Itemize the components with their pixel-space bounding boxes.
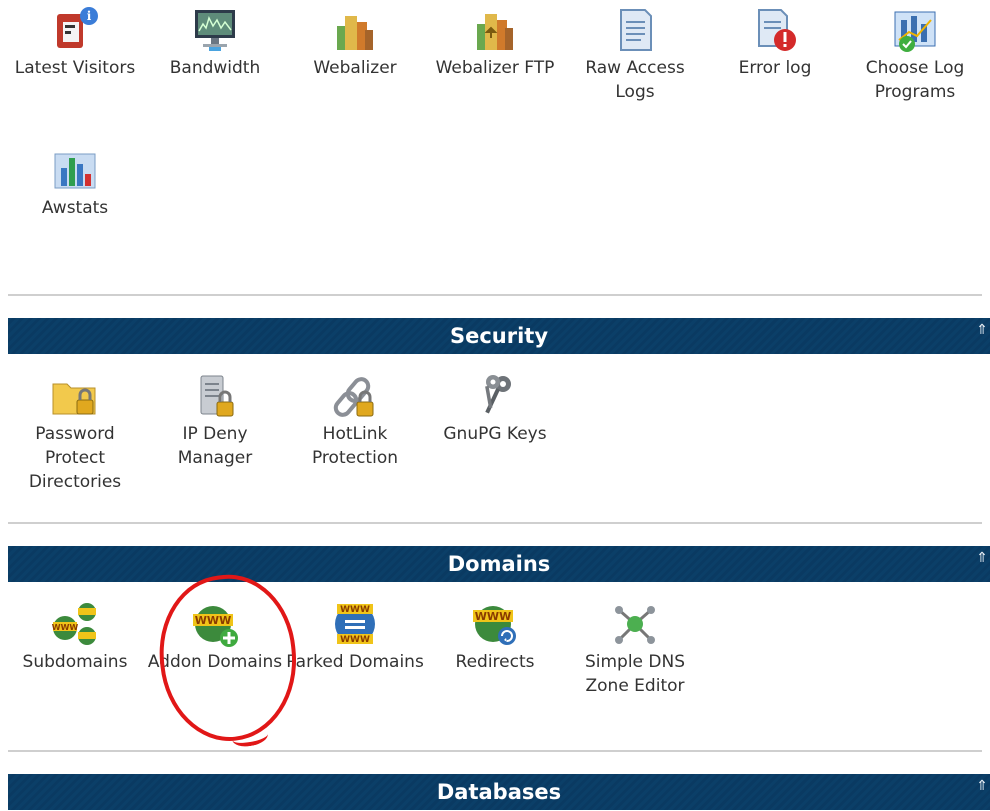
webalizer-ftp-link[interactable]: Webalizer FTP	[425, 6, 565, 80]
svg-text:WWW: WWW	[340, 635, 370, 645]
svg-text:i: i	[87, 9, 92, 23]
dns-editor-icon	[611, 600, 659, 648]
webalizer-ftp-icon	[471, 6, 519, 54]
collapse-arrow-icon[interactable]: ⇑	[976, 778, 988, 794]
addon-domains-link[interactable]: WWW Addon Domains	[145, 600, 285, 674]
raw-access-logs-link[interactable]: Raw Access Logs	[565, 6, 705, 104]
keys-icon	[471, 372, 519, 420]
section-divider	[8, 294, 982, 296]
parked-domains-icon: WWW WWW	[331, 600, 379, 648]
raw-logs-icon	[611, 6, 659, 54]
webalizer-link[interactable]: Webalizer	[285, 6, 425, 80]
subdomains-icon: WWW	[51, 600, 99, 648]
hotlink-protection-link[interactable]: HotLink Protection	[285, 372, 425, 470]
databases-section-header[interactable]: Databases ⇑	[8, 774, 990, 810]
section-title: Security	[449, 324, 549, 348]
svg-text:WWW: WWW	[52, 623, 79, 632]
password-protect-directories-link[interactable]: Password Protect Directories	[5, 372, 145, 494]
ip-deny-manager-link[interactable]: IP Deny Manager	[145, 372, 285, 470]
section-divider	[8, 750, 982, 752]
log-programs-icon	[891, 6, 939, 54]
chain-lock-icon	[331, 372, 379, 420]
collapse-arrow-icon[interactable]: ⇑	[976, 322, 988, 338]
subdomains-link[interactable]: WWW Subdomains	[5, 600, 145, 674]
awstats-link[interactable]: Awstats	[5, 146, 145, 220]
latest-visitors-link[interactable]: i Latest Visitors	[5, 6, 145, 80]
highlight-annotation-tail	[230, 725, 270, 749]
folder-lock-icon	[51, 372, 99, 420]
bandwidth-link[interactable]: Bandwidth	[145, 6, 285, 80]
visitors-icon: i	[51, 6, 99, 54]
security-section-header[interactable]: Security ⇑	[8, 318, 990, 354]
parked-domains-link[interactable]: WWW WWW Parked Domains	[285, 600, 425, 674]
server-lock-icon	[191, 372, 239, 420]
error-log-icon	[751, 6, 799, 54]
simple-dns-zone-editor-link[interactable]: Simple DNS Zone Editor	[565, 600, 705, 698]
domains-section-header[interactable]: Domains ⇑	[8, 546, 990, 582]
svg-text:WWW: WWW	[475, 610, 511, 623]
webalizer-icon	[331, 6, 379, 54]
redirects-link[interactable]: WWW Redirects	[425, 600, 565, 674]
redirects-icon: WWW	[471, 600, 519, 648]
awstats-icon	[51, 146, 99, 194]
svg-text:WWW: WWW	[195, 614, 231, 627]
svg-text:WWW: WWW	[340, 605, 370, 615]
collapse-arrow-icon[interactable]: ⇑	[976, 550, 988, 566]
section-divider	[8, 522, 982, 524]
error-log-link[interactable]: Error log	[705, 6, 845, 80]
section-title: Databases	[436, 780, 562, 804]
gnupg-keys-link[interactable]: GnuPG Keys	[425, 372, 565, 446]
addon-domains-icon: WWW	[191, 600, 239, 648]
bandwidth-icon	[191, 6, 239, 54]
choose-log-programs-link[interactable]: Choose Log Programs	[845, 6, 985, 104]
section-title: Domains	[447, 552, 551, 576]
